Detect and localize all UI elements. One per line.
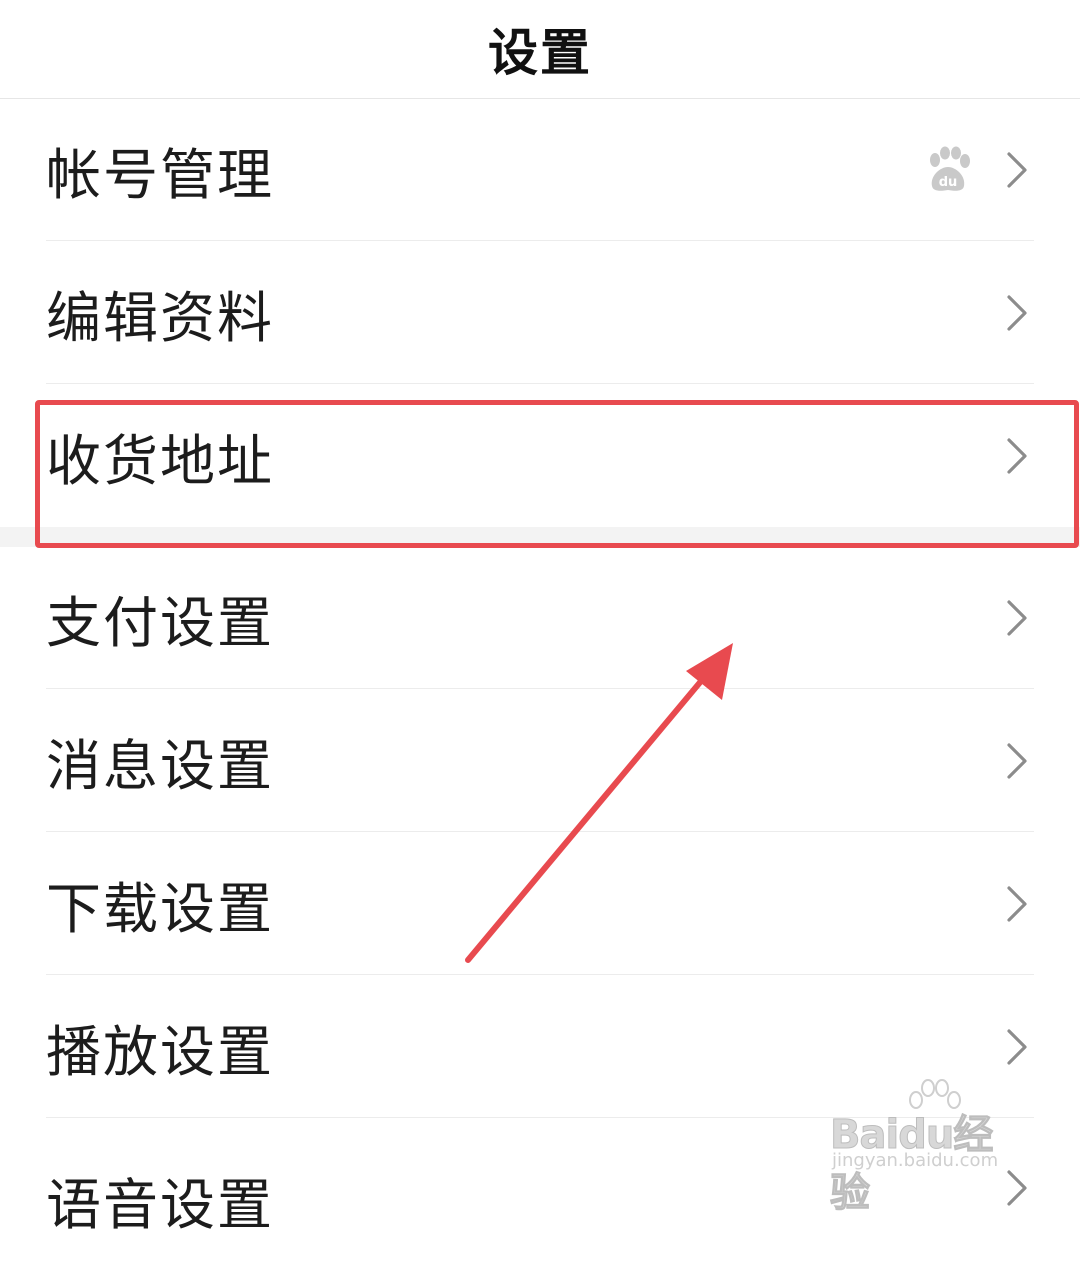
annotation-arrow-icon: [465, 643, 733, 963]
watermark-url: jingyan.baidu.com: [832, 1150, 999, 1171]
baidu-jingyan-watermark: Baidu经验 jingyan.baidu.com: [828, 1070, 1028, 1217]
